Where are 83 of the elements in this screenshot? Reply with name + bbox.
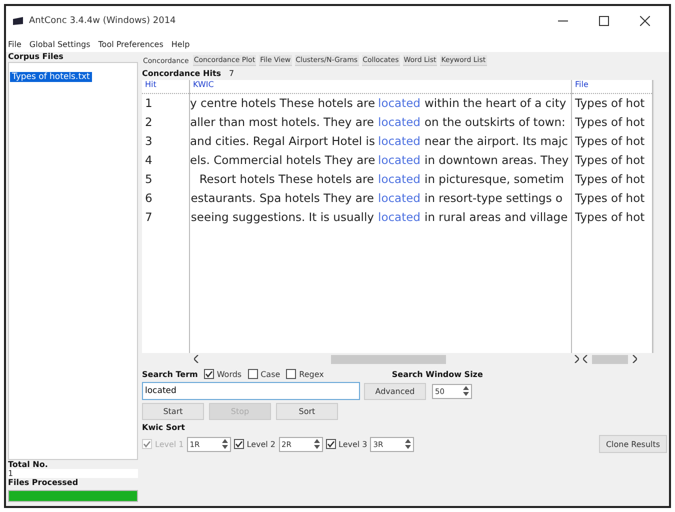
option-label: Words — [216, 370, 242, 378]
right-context: within the heart of a city — [424, 95, 566, 112]
option-label: Case — [260, 370, 280, 378]
right-context: on the outskirts of town: — [424, 114, 566, 131]
level-label: Level 1 — [155, 440, 184, 448]
scroll-thumb[interactable] — [592, 354, 628, 364]
spin-arrows-icon[interactable] — [222, 439, 228, 449]
left-context: aller than most hotels. They are — [190, 114, 375, 131]
checkbox[interactable] — [234, 439, 244, 449]
hits-label: Concordance Hits — [142, 68, 222, 78]
checkbox[interactable] — [204, 369, 214, 379]
keyword: located — [378, 133, 422, 150]
right-context: in picturesque, sometim — [424, 171, 564, 188]
file-name: Types of hot — [574, 133, 646, 150]
keyword: located — [378, 209, 422, 226]
hit-number: 4 — [144, 152, 154, 169]
hit-number: 7 — [144, 209, 154, 226]
column-header[interactable]: File — [572, 80, 652, 94]
action-button[interactable]: Sort — [276, 403, 338, 420]
kwic-sort-label: Kwic Sort — [142, 423, 186, 432]
left-context: seeing suggestions. It is usually — [190, 209, 375, 226]
menu-item[interactable]: Help — [171, 40, 190, 48]
spin-arrows-icon[interactable] — [463, 386, 469, 396]
left-context: and cities. Regal Airport Hotel is — [190, 133, 376, 150]
option-label: Regex — [299, 370, 324, 378]
search-term-label: Search Term — [142, 370, 198, 378]
window-size-label: Search Window Size — [392, 370, 483, 378]
right-context: near the airport. Its majc — [424, 133, 568, 150]
maximize-icon[interactable] — [599, 16, 609, 26]
level-label: Level 2 — [246, 440, 276, 448]
menu-item[interactable]: Global Settings — [29, 40, 90, 48]
hit-number: 2 — [144, 114, 154, 131]
scroll-right-icon[interactable] — [632, 355, 637, 363]
menu-item[interactable]: File — [8, 40, 22, 48]
left-context: y centre hotels These hotels are — [190, 95, 376, 112]
keyword: located — [378, 171, 422, 188]
hits-count: 7 — [229, 68, 234, 78]
left-context: Resort hotels These hotels are — [198, 171, 375, 188]
keyword: located — [378, 95, 422, 112]
left-context: els. Commercial hotels They are — [190, 152, 376, 169]
checkbox[interactable] — [326, 439, 336, 449]
scroll-left-icon[interactable] — [194, 355, 199, 363]
clone-results-button[interactable]: Clone Results — [599, 435, 667, 453]
file-name: Types of hot — [574, 209, 646, 226]
file-name: Types of hot — [574, 95, 646, 112]
keyword: located — [378, 152, 422, 169]
scroll-right-icon[interactable] — [574, 355, 579, 363]
hit-number: 6 — [144, 190, 154, 207]
spin-arrows-icon[interactable] — [405, 439, 412, 449]
hit-number: 3 — [144, 133, 154, 150]
file-name: Types of hot — [574, 171, 646, 188]
menu-item[interactable]: Tool Preferences — [98, 40, 164, 48]
file-name: Types of hot — [574, 152, 646, 169]
right-context: in resort-type settings o — [424, 190, 562, 207]
column-header[interactable]: Hit — [142, 80, 189, 94]
minimize-icon[interactable] — [558, 20, 568, 22]
total-label: Total No. — [8, 460, 49, 469]
hit-number: 1 — [144, 95, 154, 112]
corpus-files-heading: Corpus Files — [8, 52, 64, 61]
scroll-left-icon[interactable] — [583, 355, 588, 363]
action-button[interactable]: Start — [142, 403, 204, 420]
checkbox[interactable] — [248, 369, 258, 379]
spin-arrows-icon[interactable] — [314, 439, 320, 449]
advanced-button[interactable]: Advanced — [364, 382, 426, 400]
scroll-thumb[interactable] — [331, 354, 446, 364]
checkbox[interactable] — [286, 369, 296, 379]
search-field[interactable]: located — [142, 382, 360, 400]
close-icon[interactable] — [640, 16, 650, 26]
window-title: AntConc 3.4.4w (Windows) 2014 — [29, 16, 177, 26]
file-item[interactable]: Types of hotels.txt — [10, 72, 92, 82]
file-name: Types of hot — [574, 114, 646, 131]
app-icon — [12, 16, 24, 26]
files-processed-label: Files Processed — [8, 478, 80, 487]
total-value: 1 — [8, 469, 138, 478]
column-header[interactable]: KWIC — [190, 80, 571, 94]
keyword: located — [378, 190, 422, 207]
left-context: estaurants. Spa hotels They are — [190, 190, 375, 207]
right-context: in rural areas and village — [424, 209, 568, 226]
right-context: in downtown areas. They — [424, 152, 569, 169]
hit-number: 5 — [144, 171, 154, 188]
file-name: Types of hot — [574, 190, 646, 207]
keyword: located — [378, 114, 422, 131]
level-label: Level 3 — [338, 440, 368, 448]
